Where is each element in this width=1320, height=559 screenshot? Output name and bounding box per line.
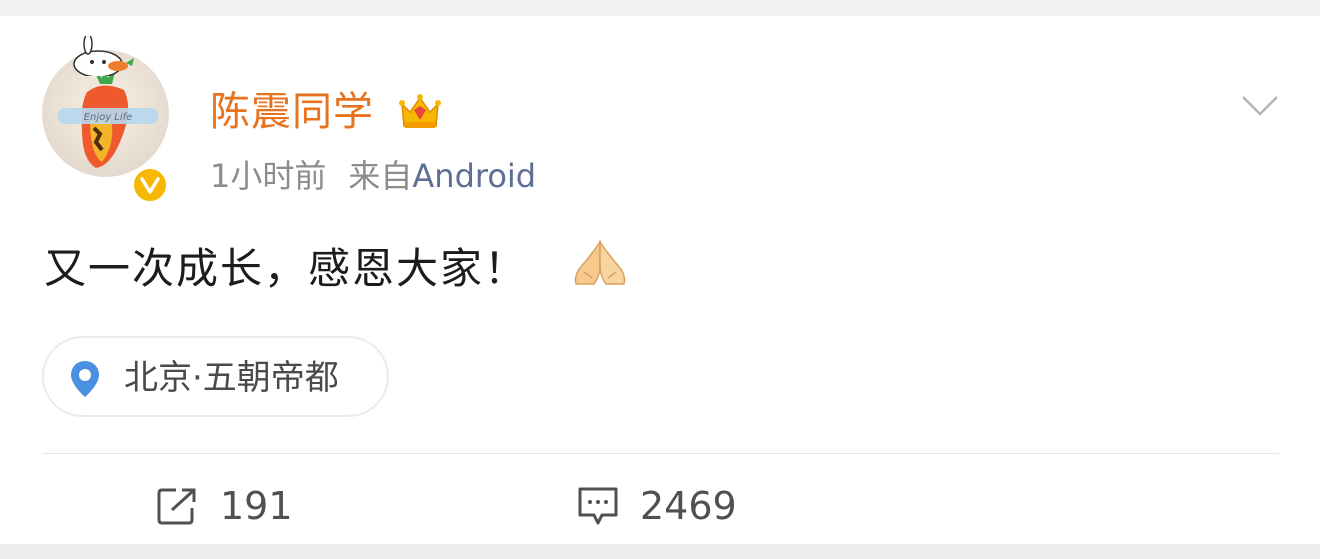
svg-text:Enjoy Life: Enjoy Life bbox=[84, 112, 133, 123]
chevron-down-icon[interactable] bbox=[1240, 94, 1280, 118]
pray-hands-icon bbox=[574, 239, 626, 285]
bunny-sticker-icon bbox=[73, 36, 134, 76]
repost-count: 191 bbox=[220, 484, 293, 528]
username[interactable]: 陈震同学 bbox=[210, 88, 374, 136]
crown-icon[interactable] bbox=[398, 90, 442, 134]
repost-icon bbox=[157, 488, 196, 525]
post-time: 1小时前 bbox=[210, 157, 327, 195]
repost-button[interactable]: 191 bbox=[156, 482, 293, 530]
post-text: 又一次成长，感恩大家！ bbox=[44, 244, 529, 293]
comment-icon bbox=[578, 487, 618, 525]
location-chip[interactable]: 北京·五朝帝都 bbox=[42, 336, 389, 417]
location-pin-icon bbox=[71, 361, 99, 397]
location-label: 北京·五朝帝都 bbox=[124, 358, 339, 398]
post-meta: 1小时前 来自Android bbox=[210, 156, 536, 196]
bottom-separator bbox=[0, 544, 1320, 559]
source-name[interactable]: Android bbox=[412, 157, 536, 195]
post-card: Enjoy Life 陈震同学 1小时前 来自Android 又一次成长，感恩大家… bbox=[0, 16, 1320, 544]
avatar[interactable]: Enjoy Life bbox=[42, 36, 169, 177]
verified-badge-icon bbox=[131, 166, 169, 204]
comment-button[interactable]: 2469 bbox=[576, 482, 737, 530]
divider bbox=[42, 453, 1279, 454]
like-button[interactable] bbox=[1010, 482, 1170, 530]
comment-count: 2469 bbox=[640, 484, 737, 528]
source-prefix: 来自 bbox=[348, 157, 413, 195]
